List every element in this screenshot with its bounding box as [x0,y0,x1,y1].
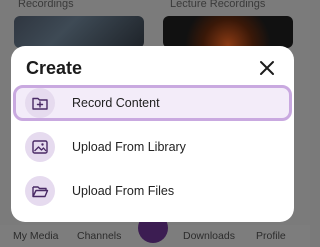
record-content-label: Record Content [72,96,160,110]
add-folder-icon [25,88,55,118]
image-icon [25,132,55,162]
dialog-title: Create [26,58,83,78]
card-title-lecture-recordings: Lecture Recordings [170,0,266,10]
bottom-nav: My Media Channels Downloads Profile [0,213,310,247]
recording-thumbnail [14,16,144,48]
nav-profile[interactable]: Profile [256,230,286,242]
upload-files-label: Upload From Files [72,184,175,198]
nav-my-media[interactable]: My Media [13,230,59,242]
folder-open-icon [25,176,55,206]
nav-downloads[interactable]: Downloads [183,230,235,242]
upload-library-label: Upload From Library [72,140,186,154]
close-button[interactable] [256,57,278,79]
card-title-recordings: Recordings [18,0,74,10]
create-dialog: Create Record Content Upload From Librar… [11,46,294,222]
upload-files-option[interactable]: Upload From Files [13,173,292,209]
close-icon [260,61,274,75]
lecture-thumbnail [163,16,293,48]
nav-channels[interactable]: Channels [77,230,121,242]
record-content-option[interactable]: Record Content [13,85,292,121]
upload-library-option[interactable]: Upload From Library [13,129,292,165]
